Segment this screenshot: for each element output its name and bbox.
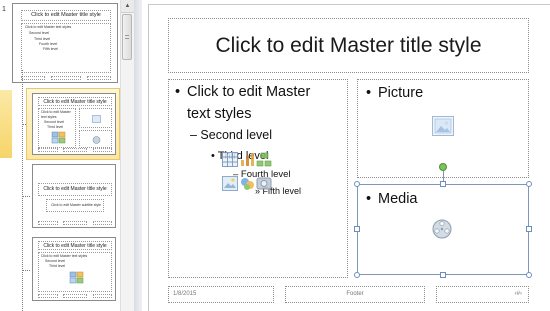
insert-content-icons (222, 152, 272, 200)
thumbnail-media-placeholder (79, 130, 112, 148)
thumbnail-layout-title[interactable]: Click to edit Master title style Click t… (32, 164, 116, 228)
thumbnail-title: Click to edit Master title style (21, 10, 111, 21)
thumbnail-slide-master[interactable]: Click to edit Master title style Click t… (12, 3, 118, 83)
thumbnail-text: Third level (47, 125, 64, 129)
thumbnail-footer (63, 221, 87, 225)
thumbnail-picture-placeholder (79, 108, 112, 128)
thumbnail-text: Fifth level (43, 47, 58, 51)
thumbnail-footer (93, 148, 112, 152)
picture-icon[interactable] (222, 176, 238, 191)
thumbnail-footer (38, 294, 58, 298)
media-clip-icon[interactable] (256, 176, 272, 191)
thumbnail-title: Click to edit Master title style (38, 97, 112, 106)
thumbnail-scrollbar[interactable]: ▲ (120, 0, 134, 311)
picture-icon[interactable] (432, 116, 454, 136)
layout-tree-connector (22, 70, 23, 311)
date-placeholder[interactable]: 1/8/2015 (168, 286, 274, 303)
thumbnail-footer (38, 221, 58, 225)
thumbnail-layout-selected[interactable]: Click to edit Master title style Click t… (32, 93, 116, 155)
bullet-glyph: • (366, 191, 372, 207)
thumbnail-insert-icons (51, 131, 66, 144)
resize-handle-bottom[interactable] (440, 272, 446, 278)
thumbnail-subtitle-placeholder: Click to edit Master subtitle style (46, 199, 104, 212)
picture-label-text: Picture (378, 85, 424, 101)
thumbnail-text: Third level (49, 264, 66, 268)
pane-splitter[interactable] (134, 0, 142, 311)
thumbnail-text: Click to edit Master subtitle style (51, 203, 101, 207)
media-label: • Media (366, 189, 418, 209)
slide-thumbnail-pane: 1 Click to edit Master title style Click… (0, 0, 134, 311)
thumbnail-footer (38, 148, 58, 152)
content-level-2: – Second level (190, 128, 273, 142)
resize-handle-bottom-right[interactable] (526, 272, 532, 278)
bullet-glyph: • (175, 84, 181, 100)
resize-handle-left[interactable] (354, 226, 360, 232)
thumbnail-insert-icons (69, 271, 84, 284)
thumbnail-layout-title-content[interactable]: Click to edit Master title style Click t… (32, 237, 116, 301)
slide-number: 1 (2, 6, 6, 13)
scroll-up-button[interactable]: ▲ (121, 0, 134, 13)
scrollbar-thumb[interactable] (122, 14, 132, 60)
rotation-handle[interactable] (439, 163, 447, 171)
title-placeholder[interactable]: Click to edit Master title style (168, 18, 529, 73)
layout-tree-connector (22, 196, 30, 197)
layout-tree-connector (22, 270, 30, 271)
thumbnail-title: Click to edit Master title style (38, 183, 112, 196)
bullet-glyph: • (366, 85, 372, 101)
thumbnail-body-placeholder: Click to edit Master text styles Second … (21, 23, 111, 73)
thumbnail-text: Click to edit Master text styles (25, 25, 72, 29)
chart-icon[interactable] (240, 152, 256, 167)
table-icon[interactable] (222, 152, 238, 167)
thumbnail-footer (93, 221, 112, 225)
content-level-1: • Click to edit Master (175, 82, 311, 102)
thumbnail-footer (87, 76, 111, 80)
film-reel-icon (92, 136, 101, 144)
resize-handle-bottom-left[interactable] (354, 272, 360, 278)
picture-label: • Picture (366, 83, 424, 103)
thumbnail-text: Second level (29, 31, 50, 35)
bullet-glyph: • (211, 150, 215, 162)
film-reel-icon[interactable] (430, 218, 454, 240)
level-1-text-line-2: text styles (187, 106, 252, 122)
thumbnail-footer (51, 76, 81, 80)
thumbnail-body-placeholder: Click to edit Master text styles Second … (38, 108, 76, 148)
slide-title: Click to edit Master title style (215, 33, 482, 57)
resize-handle-right[interactable] (526, 226, 532, 232)
thumbnail-body-placeholder: Click to edit Master text styles Second … (38, 252, 112, 292)
thumbnail-footer (63, 148, 87, 152)
selection-indicator (0, 90, 12, 158)
footer-placeholder[interactable]: Footer (285, 286, 425, 303)
thumbnail-footer (21, 76, 45, 80)
thumbnail-footer (93, 294, 112, 298)
resize-handle-top[interactable] (440, 181, 446, 187)
thumbnail-list: 1 Click to edit Master title style Click… (0, 0, 134, 311)
media-label-text: Media (378, 191, 418, 207)
content-level-1-continued: text styles (187, 104, 251, 124)
thumbnail-title: Click to edit Master title style (38, 241, 112, 250)
smartart-icon[interactable] (256, 152, 272, 167)
resize-handle-top-right[interactable] (526, 181, 532, 187)
resize-handle-top-left[interactable] (354, 181, 360, 187)
clip-art-icon[interactable] (240, 176, 256, 191)
picture-icon (92, 115, 101, 123)
thumbnail-footer (63, 294, 87, 298)
level-1-text-line-1: Click to edit Master (187, 84, 311, 100)
slide-number-placeholder[interactable]: ‹#› (436, 286, 529, 303)
